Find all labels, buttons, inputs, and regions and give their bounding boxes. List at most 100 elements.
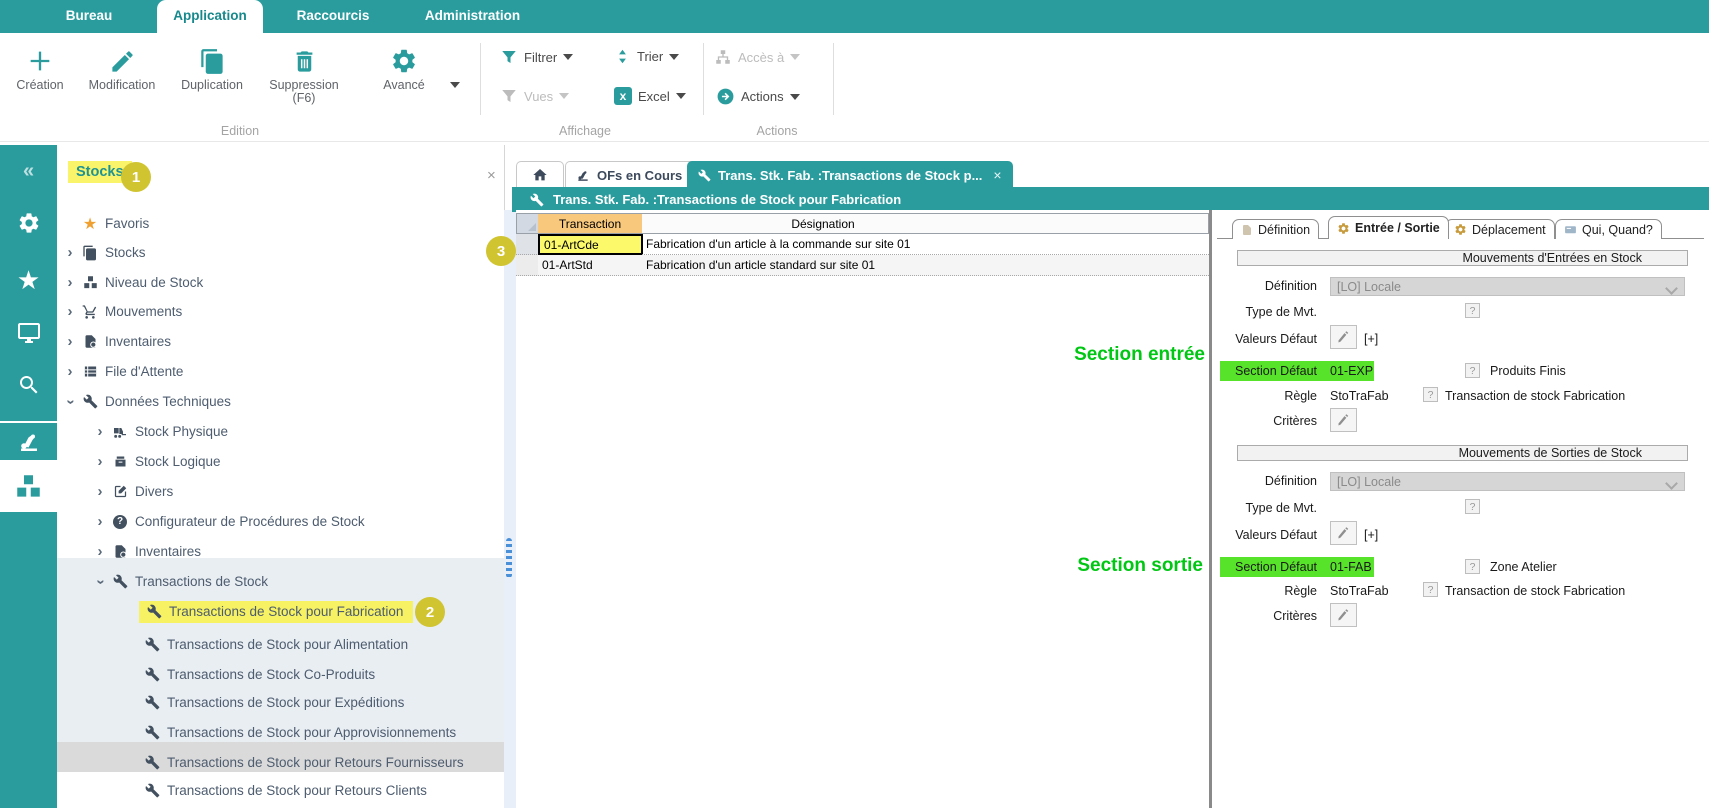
document-info-icon: [80, 334, 100, 350]
excel-icon: x: [614, 87, 632, 105]
advanced-button[interactable]: Avancé: [362, 41, 446, 92]
navigation-panel: Stocks 1 ★ Favoris › Stocks › Niveau de …: [57, 145, 505, 808]
duplicate-button[interactable]: Duplication: [170, 41, 254, 92]
splitter-grip[interactable]: [506, 538, 512, 578]
sidebar-item-mouvements[interactable]: › Mouvements: [57, 297, 510, 326]
sidebar-item-stocks[interactable]: › Stocks: [57, 238, 510, 267]
chevron-right-icon[interactable]: ›: [63, 337, 77, 347]
sort-button[interactable]: Trier: [614, 48, 679, 65]
sidebar-item-file-attente[interactable]: › File d'Attente: [57, 357, 510, 386]
tab-home[interactable]: [516, 161, 564, 188]
column-header-designation[interactable]: Désignation: [642, 213, 1005, 234]
filter-button[interactable]: Filtrer: [500, 48, 573, 66]
gear-icon: [1454, 223, 1467, 236]
help-button[interactable]: ?: [1465, 303, 1480, 318]
cell-transaction[interactable]: 01-ArtStd: [538, 255, 643, 276]
hand-edit-button[interactable]: [1330, 603, 1357, 627]
row-selector[interactable]: [516, 234, 539, 255]
chevron-right-icon[interactable]: ›: [63, 367, 77, 377]
definition-combobox[interactable]: [LO] Locale: [1330, 472, 1685, 491]
chevron-right-icon[interactable]: ›: [63, 278, 77, 288]
chevron-right-icon[interactable]: ›: [93, 547, 107, 557]
hand-edit-button[interactable]: [1330, 521, 1357, 545]
menu-application[interactable]: Application: [157, 0, 263, 30]
modify-button[interactable]: Modification: [80, 41, 164, 92]
sidebar-item-inventaires[interactable]: › Inventaires: [57, 327, 510, 356]
tab-label: Définition: [1258, 223, 1310, 237]
hand-edit-button[interactable]: [1330, 408, 1357, 432]
definition-combobox[interactable]: [LO] Locale: [1330, 277, 1685, 296]
chevron-right-icon[interactable]: ›: [93, 517, 107, 527]
row-selector[interactable]: [516, 255, 539, 276]
button-label: Duplication: [170, 79, 254, 92]
home-icon: [532, 167, 548, 183]
tab-deplacement[interactable]: Déplacement: [1445, 219, 1555, 239]
tab-trans-stk-fab[interactable]: Trans. Stk. Fab. :Transactions de Stock …: [687, 161, 1013, 188]
sidebar-item-stock-logique[interactable]: › Stock Logique: [57, 447, 540, 476]
chevron-down-icon[interactable]: ›: [63, 397, 77, 407]
drawer-icon: [110, 454, 130, 470]
settings-wheel-icon[interactable]: [0, 211, 57, 235]
sidebar-item-transactions-de-stock[interactable]: › Transactions de Stock: [57, 567, 540, 596]
cell-transaction-selected[interactable]: 01-ArtCde: [538, 234, 643, 255]
regle-value: StoTraFab: [1330, 584, 1389, 598]
help-button[interactable]: ?: [1465, 559, 1480, 574]
corner-triangle-icon: [528, 223, 536, 231]
sidebar-item-configurateur[interactable]: › ? Configurateur de Procédures de Stock: [57, 507, 540, 536]
sidebar-item-stock-physique[interactable]: › Stock Physique: [57, 417, 540, 446]
chevron-right-icon[interactable]: ›: [93, 427, 107, 437]
chevron-down-icon[interactable]: ›: [93, 577, 107, 587]
sidebar-item-label: Transactions de Stock pour Retours Fourn…: [167, 755, 464, 770]
tab-entree-sortie[interactable]: Entrée / Sortie: [1328, 216, 1449, 239]
menu-bureau[interactable]: Bureau: [49, 0, 129, 30]
help-button[interactable]: ?: [1465, 499, 1480, 514]
edit-icon: [110, 484, 130, 500]
help-button[interactable]: ?: [1423, 387, 1438, 402]
monitor-icon[interactable]: [0, 321, 57, 345]
tab-definition[interactable]: Définition: [1232, 219, 1319, 239]
views-button[interactable]: Vues: [500, 87, 569, 105]
column-header-transaction[interactable]: Transaction: [538, 213, 643, 234]
close-panel-icon[interactable]: ×: [487, 167, 496, 184]
sidebar-item-inventaires-2[interactable]: › Inventaires: [57, 537, 540, 566]
sidebar-item-favoris[interactable]: ★ Favoris: [57, 209, 510, 238]
wrench-icon: [142, 667, 162, 683]
tab-label: Déplacement: [1472, 223, 1546, 237]
detail-panel: Définition Entrée / Sortie Déplacement Q…: [1212, 210, 1709, 808]
top-menu-bar: Bureau Application Raccourcis Administra…: [0, 0, 1709, 30]
delete-button[interactable]: Suppression(F6): [262, 41, 346, 105]
defaults-add-link[interactable]: [+]: [1364, 528, 1378, 542]
collapse-icon[interactable]: «: [0, 160, 57, 183]
chevron-right-icon[interactable]: ›: [93, 457, 107, 467]
cell-designation[interactable]: Fabrication d'un article à la commande s…: [642, 234, 1209, 255]
access-button[interactable]: Accès à: [714, 48, 800, 66]
favorites-star-icon[interactable]: ★: [0, 265, 57, 296]
dropdown-caret-icon[interactable]: [450, 82, 460, 88]
close-tab-icon[interactable]: ×: [993, 167, 1001, 183]
search-icon[interactable]: [0, 373, 57, 397]
production-module-icon[interactable]: [0, 423, 57, 459]
chevron-down-icon: [1665, 477, 1678, 490]
help-button[interactable]: ?: [1423, 582, 1438, 597]
cell-designation[interactable]: Fabrication d'un article standard sur si…: [642, 255, 1209, 276]
actions-button[interactable]: Actions: [716, 87, 800, 106]
sidebar-item-divers[interactable]: › Divers: [57, 477, 540, 506]
defaults-add-link[interactable]: [+]: [1364, 332, 1378, 346]
create-button[interactable]: Création: [0, 41, 82, 92]
panel-splitter[interactable]: [504, 210, 516, 808]
menu-administration[interactable]: Administration: [420, 0, 525, 30]
excel-button[interactable]: x Excel: [614, 87, 686, 105]
grid-corner-cell[interactable]: [516, 213, 539, 234]
chevron-right-icon[interactable]: ›: [63, 307, 77, 317]
hand-edit-button[interactable]: [1330, 325, 1357, 349]
menu-raccourcis[interactable]: Raccourcis: [293, 0, 373, 30]
chevron-right-icon[interactable]: ›: [93, 487, 107, 497]
sidebar-item-niveau-de-stock[interactable]: › Niveau de Stock: [57, 268, 510, 297]
tab-qui-quand[interactable]: Qui, Quand?: [1555, 219, 1662, 239]
help-button[interactable]: ?: [1465, 363, 1480, 378]
chevron-right-icon[interactable]: ›: [63, 248, 77, 258]
stock-stack-icon: [80, 245, 100, 261]
stocks-module-icon[interactable]: [0, 460, 57, 512]
sidebar-item-donnees-techniques[interactable]: › Données Techniques: [57, 387, 510, 416]
wrench-icon: [142, 725, 162, 741]
